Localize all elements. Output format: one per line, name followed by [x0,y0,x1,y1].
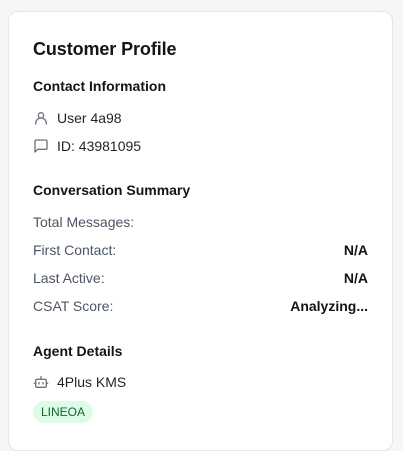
stat-total-messages: Total Messages: [33,212,368,232]
stat-value: N/A [343,242,368,258]
channel-badge: LINEOA [33,401,94,423]
bot-icon [33,374,49,390]
stat-value: Analyzing... [290,298,368,314]
stat-csat-score: CSAT Score: Analyzing... [33,296,368,316]
stat-label: First Contact: [33,242,117,258]
stat-last-active: Last Active: N/A [33,268,368,288]
message-square-icon [33,138,49,154]
contact-info-heading: Contact Information [33,78,166,94]
stat-value: N/A [343,270,368,286]
agent-name-row: 4Plus KMS [33,372,126,392]
card-title: Customer Profile [33,39,177,59]
contact-id-label: ID: 43981095 [57,138,142,154]
stat-label: Total Messages: [33,214,135,230]
user-icon [33,110,49,126]
contact-user-row: User 4a98 [33,108,122,128]
stat-label: Last Active: [33,270,105,286]
customer-profile-card: Customer Profile Contact Information Use… [8,11,393,451]
stat-label: CSAT Score: [33,298,114,314]
conversation-summary-heading: Conversation Summary [33,182,191,198]
stat-first-contact: First Contact: N/A [33,240,368,260]
agent-name-label: 4Plus KMS [57,374,127,390]
contact-id-row: ID: 43981095 [33,136,141,156]
contact-user-label: User 4a98 [57,110,122,126]
agent-details-heading: Agent Details [33,343,123,359]
